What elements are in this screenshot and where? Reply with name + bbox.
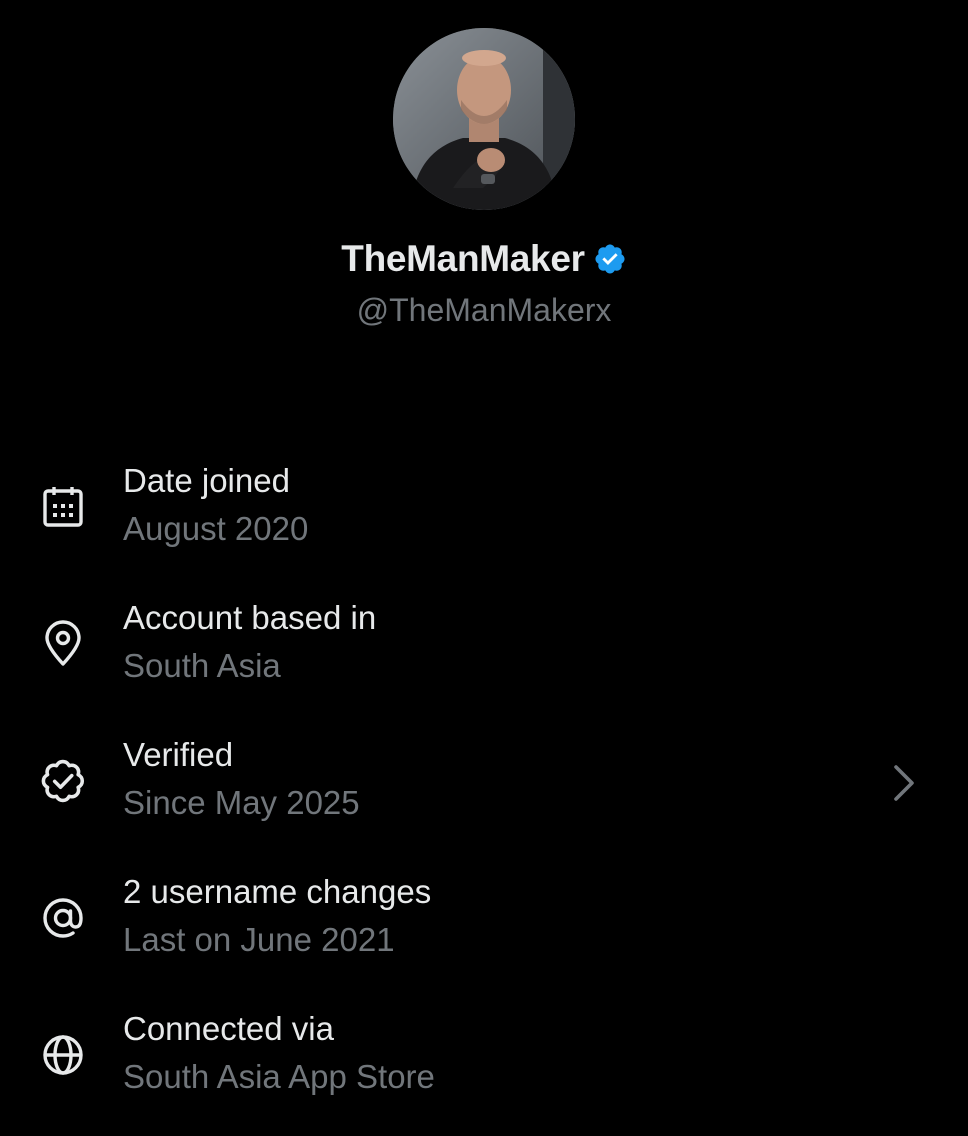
avatar-photo	[393, 28, 575, 210]
profile-handle: @TheManMakerx	[356, 292, 612, 328]
location-pin-icon	[38, 619, 88, 669]
info-title: Connected via	[123, 1010, 334, 1047]
profile-avatar[interactable]	[393, 28, 575, 210]
chevron-right-icon[interactable]	[885, 758, 925, 808]
info-subtitle: Last on June 2021	[123, 921, 395, 958]
info-subtitle: August 2020	[123, 510, 309, 547]
verified-badge-icon	[38, 756, 88, 806]
calendar-icon	[38, 482, 88, 532]
info-title: 2 username changes	[123, 873, 432, 910]
info-subtitle: Since May 2025	[123, 784, 360, 821]
info-subtitle: South Asia	[123, 647, 281, 684]
info-row-username-changes: 2 username changes Last on June 2021	[0, 873, 968, 983]
info-title: Verified	[123, 736, 234, 773]
info-row-date-joined: Date joined August 2020	[0, 462, 968, 572]
display-name-row: TheManMaker	[0, 238, 968, 280]
verified-checkmark-icon[interactable]	[593, 242, 627, 276]
display-name: TheManMaker	[341, 238, 585, 279]
info-title: Date joined	[123, 462, 290, 499]
info-row-account-location: Account based in South Asia	[0, 599, 968, 709]
info-row-verified[interactable]: Verified Since May 2025	[0, 736, 968, 846]
info-subtitle: South Asia App Store	[123, 1058, 435, 1095]
info-title: Account based in	[123, 599, 377, 636]
at-sign-icon	[38, 893, 88, 943]
info-row-connected-via: Connected via South Asia App Store	[0, 1010, 968, 1120]
globe-icon	[38, 1030, 88, 1080]
